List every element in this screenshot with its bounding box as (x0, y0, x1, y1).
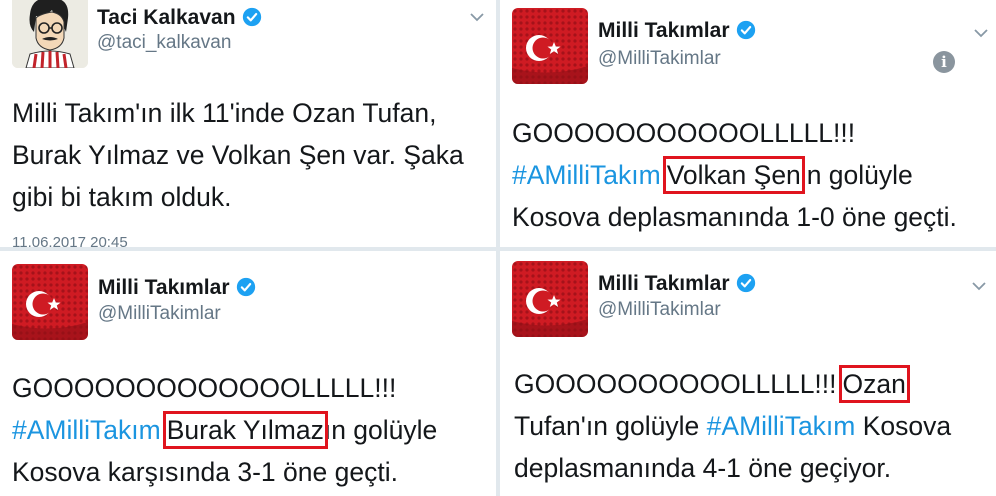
verified-badge-icon (242, 7, 261, 27)
display-name[interactable]: Milli Takımlar (598, 19, 756, 43)
verified-badge-icon (236, 277, 255, 297)
tweet-text-line: Kosova karşısında 3-1 öne geçti. (12, 457, 398, 487)
tweet-text-line: Burak Yılmaz ve Volkan Şen var. Şaka (12, 140, 464, 170)
username-handle[interactable]: @taci_kalkavan (97, 32, 231, 54)
tweet-text-line: gibi bi takım olduk. (12, 182, 232, 212)
tweet-text-line: Milli Takım'ın ilk 11'inde Ozan Tufan, (12, 98, 437, 128)
tweet-text: GOOOOOOOOOOOOOLLLLL!!! #AMilliTakım Burak… (12, 367, 437, 493)
tweet-text-line: Tufan'ın golüyle #AMilliTakım Kosova (514, 405, 951, 447)
chevron-down-icon[interactable] (974, 28, 988, 38)
turkish-flag-jersey-icon (512, 261, 588, 337)
chevron-down-icon[interactable] (972, 281, 986, 291)
verified-badge-icon (736, 273, 755, 293)
highlighted-name: Burak Yılmaz (162, 411, 328, 449)
username-handle[interactable]: @MilliTakimlar (98, 303, 221, 325)
avatar[interactable] (512, 261, 588, 337)
cartoon-man-avatar-icon (12, 0, 88, 68)
turkish-flag-jersey-icon (512, 8, 588, 84)
hashtag-link[interactable]: #AMilliTakım (707, 411, 856, 441)
tweet-text-fragment: ın golüyle (323, 415, 438, 445)
tweet-text-line: GOOOOOOOOOOOLLLLL!!! (512, 118, 856, 148)
tweet-text-fragment: Tufan'ın golüyle (514, 411, 700, 441)
info-icon[interactable]: i (933, 51, 955, 73)
highlighted-name: Ozan (838, 365, 910, 403)
timestamp[interactable]: 11.06.2017 20:45 (12, 234, 128, 247)
tweet-text-line: GOOOOOOOOOOOOOLLLLL!!! (12, 373, 397, 403)
hashtag-link[interactable]: #AMilliTakım (512, 160, 661, 190)
highlighted-name: Volkan Şen (662, 156, 805, 194)
username-handle[interactable]: @MilliTakimlar (598, 299, 721, 321)
avatar[interactable] (512, 8, 588, 84)
tweet-text-line: #AMilliTakım Volkan Şenin golüyle (512, 154, 957, 196)
tweet-milli-takimlar-3[interactable]: Milli Takımlar @MilliTakimlar GOOOOOOOOO… (500, 251, 996, 496)
tweet-text-line: GOOOOOOOOOOLLLLL!!! Ozan (514, 363, 951, 405)
tweet-milli-takimlar-2[interactable]: Milli Takımlar @MilliTakimlar GOOOOOOOOO… (0, 251, 496, 496)
tweet-text: GOOOOOOOOOOOLLLLL!!! #AMilliTakım Volkan … (512, 112, 957, 238)
tweet-text-line: Kosova deplasmanında 1-0 öne geçti. (512, 202, 957, 232)
tweet-taci-kalkavan[interactable]: Taci Kalkavan @taci_kalkavan Milli Takım… (0, 0, 496, 247)
tweet-text-fragment: Kosova (862, 411, 952, 441)
tweet-milli-takimlar-1[interactable]: Milli Takımlar @MilliTakimlar i GOOOOOOO… (500, 0, 996, 247)
display-name[interactable]: Milli Takımlar (598, 272, 756, 296)
tweet-text: Milli Takım'ın ilk 11'inde Ozan Tufan, B… (12, 92, 464, 218)
avatar[interactable] (12, 264, 88, 340)
tweet-text-line: #AMilliTakım Burak Yılmazın golüyle (12, 409, 437, 451)
hashtag-link[interactable]: #AMilliTakım (12, 415, 161, 445)
tweet-text-fragment: in golüyle (800, 160, 913, 190)
tweet-text-fragment: GOOOOOOOOOOLLLLL!!! (514, 369, 837, 399)
turkish-flag-jersey-icon (12, 264, 88, 340)
verified-badge-icon (736, 20, 755, 40)
chevron-down-icon[interactable] (470, 12, 484, 22)
display-name[interactable]: Milli Takımlar (98, 276, 256, 300)
avatar[interactable] (12, 0, 88, 68)
username-handle[interactable]: @MilliTakimlar (598, 48, 721, 70)
tweet-text: GOOOOOOOOOOLLLLL!!! Ozan Tufan'ın golüyle… (514, 363, 951, 489)
tweet-text-line: deplasmanında 4-1 öne geçiyor. (514, 453, 892, 483)
display-name[interactable]: Taci Kalkavan (97, 6, 262, 30)
